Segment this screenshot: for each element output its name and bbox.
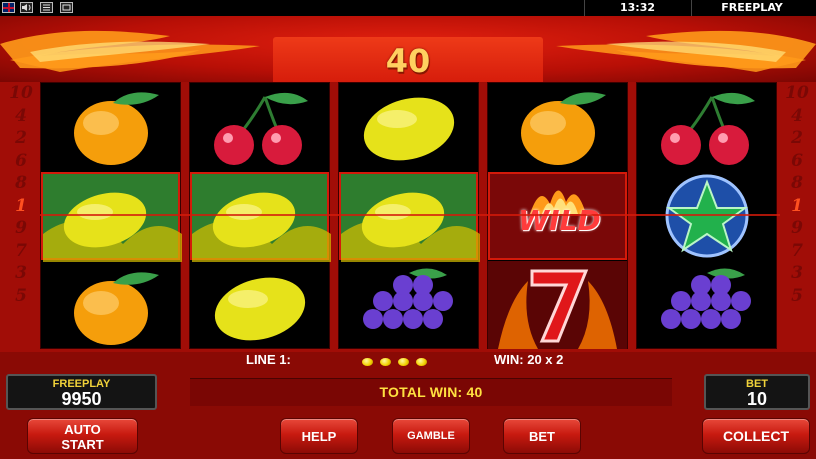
symbol-cherries [637, 83, 776, 171]
symbol-orange [488, 83, 627, 171]
payline-number[interactable]: 6 [8, 150, 34, 173]
symbol-grapes [339, 261, 478, 349]
symbol-lemon-highlighted [41, 172, 182, 262]
bet-button[interactable]: BET [503, 418, 581, 454]
payline-number[interactable]: 2 [8, 127, 34, 150]
symbol-lemon [190, 261, 329, 349]
symbol-lemon-highlighted [190, 172, 331, 262]
payline-number[interactable]: 3 [784, 262, 810, 285]
lemon-icon [362, 358, 373, 366]
bet-box: BET 10 [704, 374, 810, 410]
payline-number-active[interactable]: 1 [784, 195, 810, 218]
clock: 13:32 [619, 1, 655, 14]
lemon-icon [398, 358, 409, 366]
lemon-icon [380, 358, 391, 366]
auto-start-label-2: START [61, 437, 104, 452]
auto-start-label-1: AUTO [64, 422, 101, 437]
game-mode: FREEPLAY [721, 1, 783, 14]
symbol-star [637, 172, 776, 260]
help-label: HELP [301, 429, 337, 444]
symbol-lemon-highlighted [339, 172, 480, 262]
payline-number[interactable]: 5 [8, 285, 34, 308]
payline-number[interactable]: 7 [8, 240, 34, 263]
gamble-label: GAMBLE [407, 430, 455, 442]
winning-payline [40, 214, 780, 216]
payline-number[interactable]: 10 [784, 82, 810, 105]
symbol-orange [41, 261, 180, 349]
payline-number[interactable]: 7 [784, 240, 810, 263]
collect-button[interactable]: COLLECT [702, 418, 810, 454]
balance-box: FREEPLAY 9950 [6, 374, 157, 410]
payline-number[interactable]: 10 [8, 82, 34, 105]
help-button[interactable]: HELP [280, 418, 358, 454]
fullscreen-icon[interactable] [60, 2, 73, 13]
payline-number[interactable]: 6 [784, 150, 810, 173]
payline-number-active[interactable]: 1 [8, 195, 34, 218]
payline-number[interactable]: 9 [784, 217, 810, 240]
symbol-seven [488, 261, 627, 349]
collect-label: COLLECT [722, 428, 790, 444]
auto-start-button[interactable]: AUTO START [27, 418, 138, 454]
line-label: LINE 1: [246, 352, 291, 367]
symbol-grapes [637, 261, 776, 349]
symbol-wild: WILD [488, 172, 627, 260]
symbol-orange [41, 83, 180, 171]
lemon-icon [416, 358, 427, 366]
payline-number[interactable]: 3 [8, 262, 34, 285]
payline-number[interactable]: 2 [784, 127, 810, 150]
flame-header: 40 [0, 16, 816, 87]
paylines-right: 10 4 2 6 8 1 9 7 3 5 [784, 82, 810, 347]
symbol-cherries [190, 83, 329, 171]
payline-number[interactable]: 5 [784, 285, 810, 308]
status-bar: 13:32 FREEPLAY [0, 0, 816, 16]
bet-button-label: BET [529, 429, 555, 444]
paylines-left: 10 4 2 6 8 1 9 7 3 5 [8, 82, 34, 347]
wild-label: WILD [518, 204, 601, 237]
total-win: TOTAL WIN: 40 [379, 384, 483, 400]
balance-value: 9950 [61, 389, 102, 409]
sound-icon[interactable] [20, 2, 33, 13]
language-flag-icon[interactable] [2, 2, 15, 13]
payline-number[interactable]: 4 [8, 105, 34, 128]
symbol-lemon [339, 83, 478, 171]
bet-value: 10 [746, 389, 768, 409]
win-amount: 40 [385, 42, 431, 80]
menu-icon[interactable] [40, 2, 53, 13]
payline-number[interactable]: 4 [784, 105, 810, 128]
payline-number[interactable]: 8 [8, 172, 34, 195]
gamble-button[interactable]: GAMBLE [392, 418, 470, 454]
win-label: WIN: 20 x 2 [494, 352, 564, 367]
payline-number[interactable]: 9 [8, 217, 34, 240]
payline-number[interactable]: 8 [784, 172, 810, 195]
